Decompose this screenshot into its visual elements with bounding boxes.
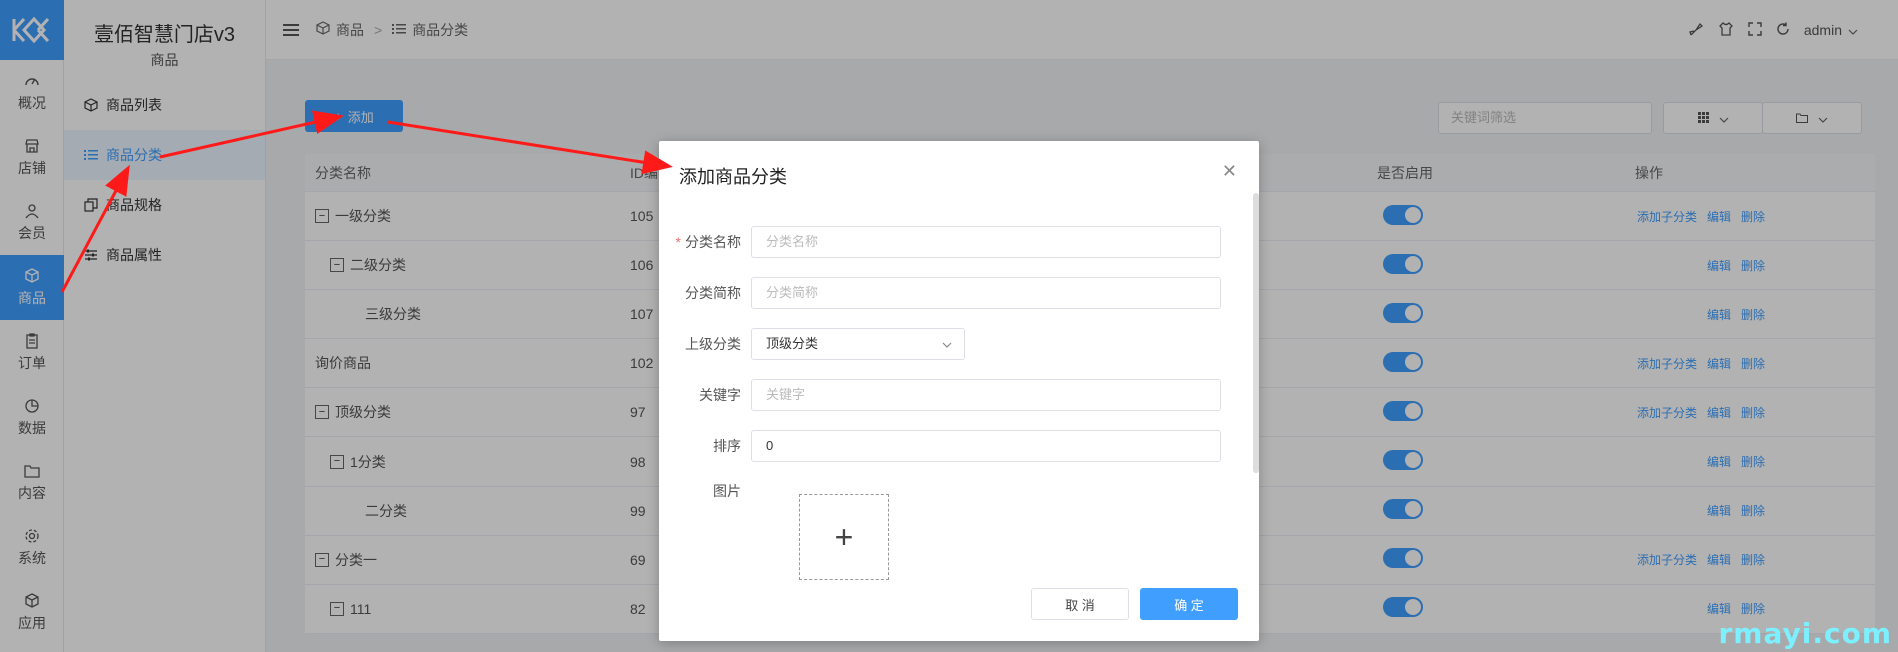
form-row-parent: 上级分类 顶级分类: [659, 328, 1239, 360]
sort-label: 排序: [713, 438, 741, 454]
parent-category-label: 上级分类: [685, 336, 741, 352]
close-icon[interactable]: ✕: [1222, 161, 1237, 182]
form-row-sort: 排序 0: [659, 430, 1239, 462]
plus-icon: +: [834, 518, 854, 555]
form-row-short: 分类简称 分类简称: [659, 277, 1239, 309]
parent-category-value: 顶级分类: [766, 336, 819, 351]
form-row-keyword: 关键字 关键字: [659, 379, 1239, 411]
confirm-button[interactable]: 确 定: [1140, 588, 1238, 620]
cancel-button[interactable]: 取 消: [1031, 588, 1129, 620]
form-row-name: * 分类名称 分类名称: [659, 226, 1239, 258]
sort-input[interactable]: 0: [751, 430, 1221, 462]
dialog-title: 添加商品分类: [679, 167, 787, 187]
form-row-image: 图片: [659, 481, 1239, 501]
name-label: * 分类名称: [675, 234, 741, 250]
parent-category-select[interactable]: 顶级分类: [751, 328, 965, 360]
keyword-input[interactable]: 关键字: [751, 379, 1221, 411]
dialog-scrollbar[interactable]: [1253, 193, 1259, 473]
watermark: rmayi.com: [1718, 617, 1892, 650]
keyword-label: 关键字: [699, 387, 741, 403]
add-category-dialog: 添加商品分类 ✕ * 分类名称 分类名称 分类简称 分类简称 上级分类 顶级分类 …: [659, 141, 1259, 641]
image-label: 图片: [713, 483, 741, 499]
image-upload-button[interactable]: +: [799, 494, 889, 580]
category-name-input[interactable]: 分类名称: [751, 226, 1221, 258]
short-name-label: 分类简称: [685, 285, 741, 301]
chevron-down-icon: [942, 329, 952, 359]
category-short-name-input[interactable]: 分类简称: [751, 277, 1221, 309]
